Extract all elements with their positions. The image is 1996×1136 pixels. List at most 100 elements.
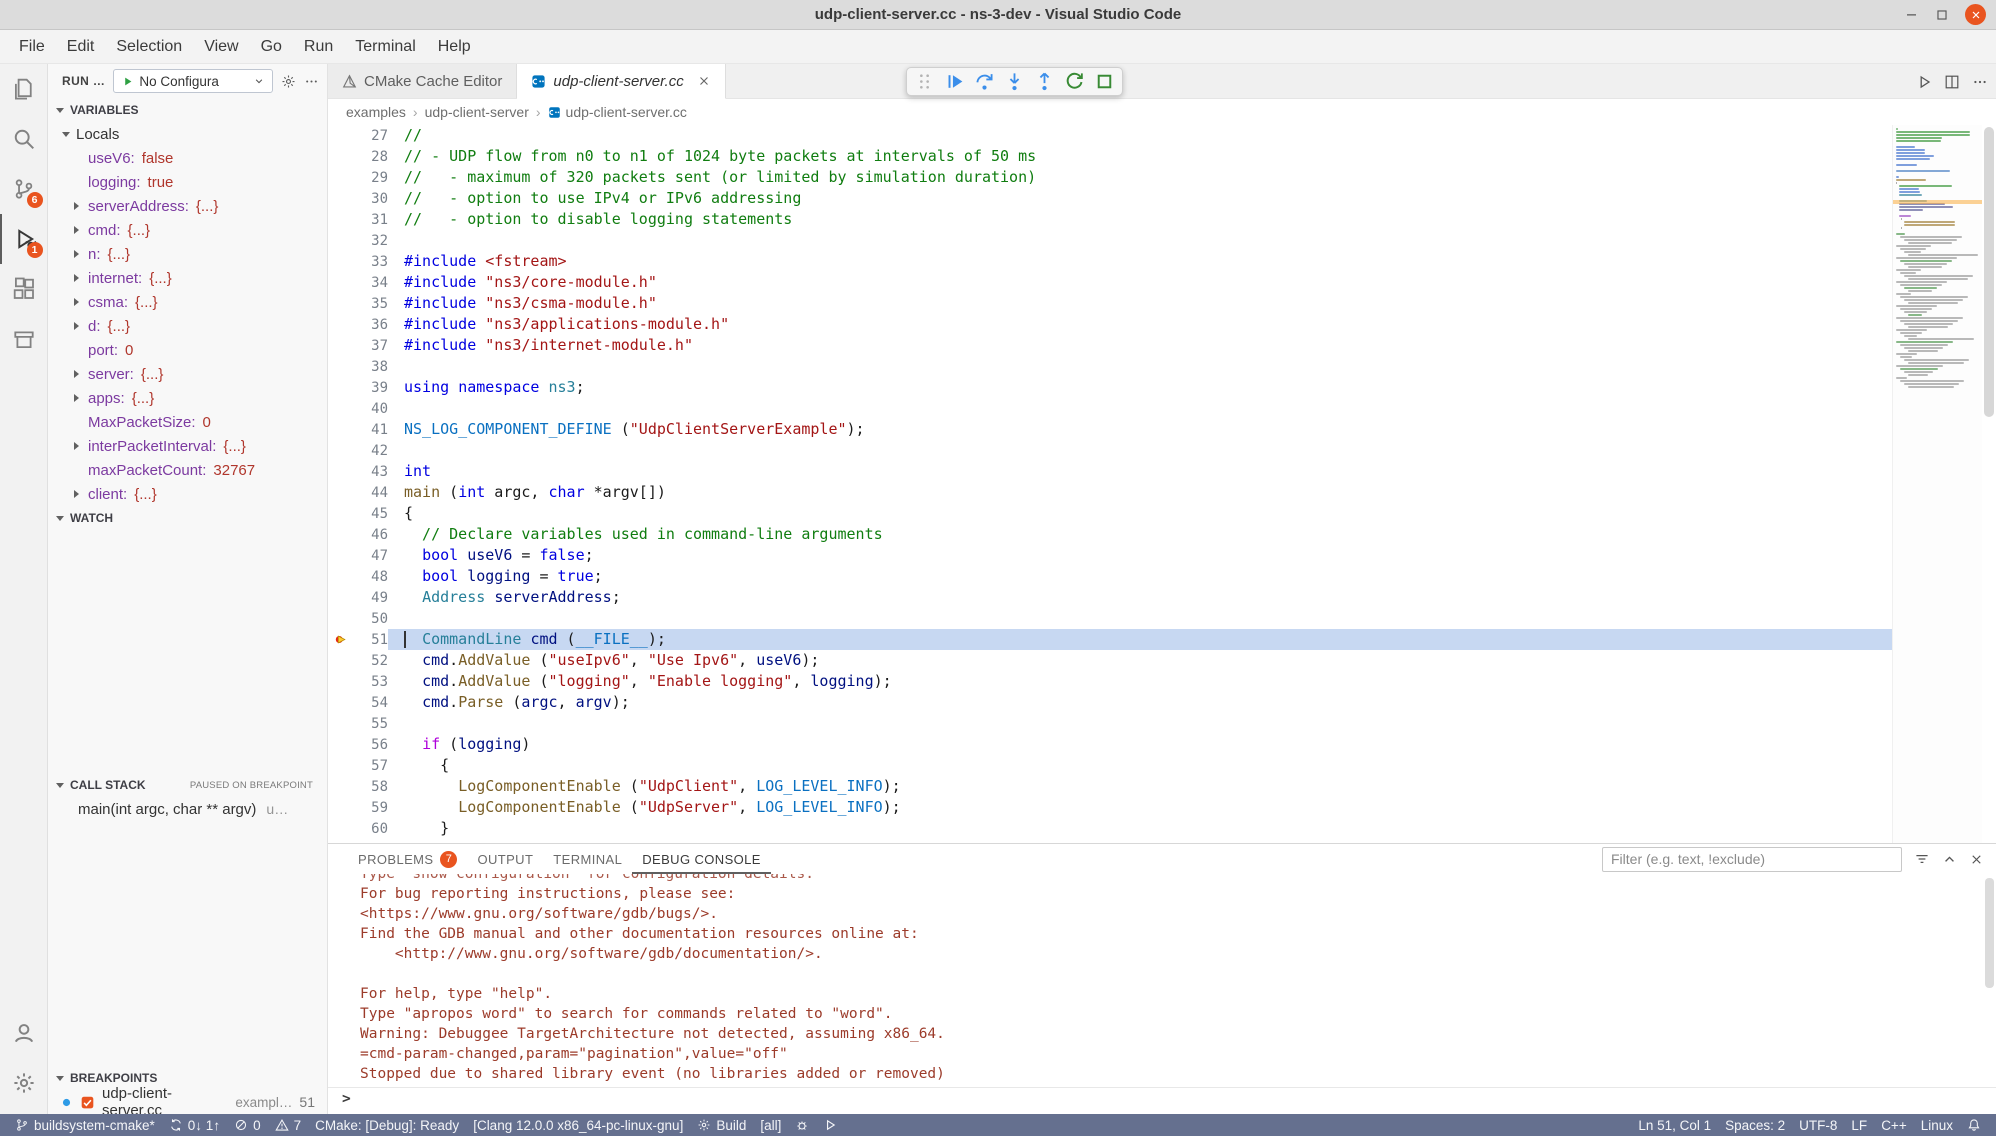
panel-tab-debug-console[interactable]: DEBUG CONSOLE: [632, 844, 771, 874]
gutter[interactable]: [328, 461, 354, 482]
current-line-gutter[interactable]: [328, 629, 354, 650]
code-line-28[interactable]: 28// - UDP flow from n0 to n1 of 1024 by…: [328, 146, 1892, 167]
continue-icon[interactable]: [944, 71, 965, 92]
code-text[interactable]: bool useV6 = false;: [388, 545, 1892, 566]
code-text[interactable]: //: [388, 125, 1892, 146]
breadcrumb-item[interactable]: udp-client-server: [425, 104, 529, 120]
code-text[interactable]: // - maximum of 320 packets sent (or lim…: [388, 167, 1892, 188]
status-errors[interactable]: 0: [227, 1114, 268, 1136]
gutter[interactable]: [328, 839, 354, 843]
code-text[interactable]: int: [388, 461, 1892, 482]
gutter[interactable]: [328, 545, 354, 566]
gutter[interactable]: [328, 293, 354, 314]
code-line-60[interactable]: 60 }: [328, 818, 1892, 839]
code-text[interactable]: LogComponentEnable ("UdpClient", LOG_LEV…: [388, 776, 1892, 797]
code-text[interactable]: if (logging): [388, 734, 1892, 755]
call-stack-section-header[interactable]: CALL STACK PAUSED ON BREAKPOINT: [48, 773, 327, 797]
code-line-50[interactable]: 50: [328, 608, 1892, 629]
code-text[interactable]: #include "ns3/core-module.h": [388, 272, 1892, 293]
gutter[interactable]: [328, 734, 354, 755]
code-line-47[interactable]: 47 bool useV6 = false;: [328, 545, 1892, 566]
watch-section-header[interactable]: WATCH: [48, 506, 327, 530]
breakpoint-checkbox-icon[interactable]: [80, 1095, 95, 1110]
panel-tab-terminal[interactable]: TERMINAL: [543, 844, 632, 874]
breakpoint-row[interactable]: udp-client-server.cc exampl… 51: [48, 1090, 327, 1114]
gutter[interactable]: [328, 398, 354, 419]
step-out-icon[interactable]: [1034, 71, 1055, 92]
status-cmake-debug[interactable]: [788, 1114, 816, 1136]
code-line-46[interactable]: 46 // Declare variables used in command-…: [328, 524, 1892, 545]
breadcrumb-item[interactable]: examples: [346, 104, 406, 120]
code-text[interactable]: // - UDP flow from n0 to n1 of 1024 byte…: [388, 146, 1892, 167]
code-line-59[interactable]: 59 LogComponentEnable ("UdpServer", LOG_…: [328, 797, 1892, 818]
variable-row[interactable]: apps:{...}: [48, 386, 327, 410]
panel-tab-problems[interactable]: PROBLEMS7: [348, 844, 467, 874]
variable-row[interactable]: serverAddress:{...}: [48, 194, 327, 218]
gutter[interactable]: [328, 713, 354, 734]
code-text[interactable]: {: [388, 755, 1892, 776]
gutter[interactable]: [328, 419, 354, 440]
step-over-icon[interactable]: [974, 71, 995, 92]
code-line-49[interactable]: 49 Address serverAddress;: [328, 587, 1892, 608]
maximize-panel-icon[interactable]: [1942, 852, 1957, 867]
minimize-icon[interactable]: [1904, 7, 1919, 22]
variable-row[interactable]: client:{...}: [48, 482, 327, 506]
panel-tab-output[interactable]: OUTPUT: [467, 844, 543, 874]
code-line-54[interactable]: 54 cmd.Parse (argc, argv);: [328, 692, 1892, 713]
activity-run-and-debug[interactable]: 1: [0, 214, 48, 264]
gutter[interactable]: [328, 230, 354, 251]
gutter[interactable]: [328, 524, 354, 545]
variable-row[interactable]: csma:{...}: [48, 290, 327, 314]
gutter[interactable]: [328, 377, 354, 398]
activity-source-control[interactable]: 6: [0, 164, 48, 214]
variable-row[interactable]: logging:true: [48, 170, 327, 194]
gutter[interactable]: [328, 314, 354, 335]
code-line-53[interactable]: 53 cmd.AddValue ("logging", "Enable logg…: [328, 671, 1892, 692]
code-line-27[interactable]: 27//: [328, 125, 1892, 146]
gutter[interactable]: [328, 272, 354, 293]
variable-row[interactable]: interPacketInterval:{...}: [48, 434, 327, 458]
code-line-40[interactable]: 40: [328, 398, 1892, 419]
menu-file[interactable]: File: [8, 30, 56, 63]
code-line-58[interactable]: 58 LogComponentEnable ("UdpClient", LOG_…: [328, 776, 1892, 797]
gutter[interactable]: [328, 440, 354, 461]
gutter[interactable]: [328, 251, 354, 272]
code-text[interactable]: [388, 440, 1892, 461]
code-text[interactable]: [388, 608, 1892, 629]
status-eol[interactable]: LF: [1844, 1114, 1874, 1136]
variable-row[interactable]: maxPacketCount:32767: [48, 458, 327, 482]
gutter[interactable]: [328, 146, 354, 167]
code-text[interactable]: #include "ns3/applications-module.h": [388, 314, 1892, 335]
gutter[interactable]: [328, 671, 354, 692]
gutter[interactable]: [328, 818, 354, 839]
code-line-33[interactable]: 33#include <fstream>: [328, 251, 1892, 272]
menu-view[interactable]: View: [193, 30, 249, 63]
code-text[interactable]: [388, 356, 1892, 377]
code-line-57[interactable]: 57 {: [328, 755, 1892, 776]
close-tab-icon[interactable]: [697, 74, 711, 88]
variable-row[interactable]: n:{...}: [48, 242, 327, 266]
variable-row[interactable]: cmd:{...}: [48, 218, 327, 242]
gutter[interactable]: [328, 776, 354, 797]
code-text[interactable]: [388, 839, 1892, 843]
minimap[interactable]: [1892, 125, 1982, 843]
gutter[interactable]: [328, 755, 354, 776]
variables-section-header[interactable]: VARIABLES: [48, 98, 327, 122]
code-line-30[interactable]: 30// - option to use IPv4 or IPv6 addres…: [328, 188, 1892, 209]
code-line-45[interactable]: 45{: [328, 503, 1892, 524]
code-line-36[interactable]: 36#include "ns3/applications-module.h": [328, 314, 1892, 335]
code-line-29[interactable]: 29// - maximum of 320 packets sent (or l…: [328, 167, 1892, 188]
code-line-42[interactable]: 42: [328, 440, 1892, 461]
activity-account[interactable]: [0, 1008, 48, 1058]
gutter[interactable]: [328, 587, 354, 608]
code-text[interactable]: cmd.AddValue ("logging", "Enable logging…: [388, 671, 1892, 692]
gutter[interactable]: [328, 650, 354, 671]
variable-row[interactable]: server:{...}: [48, 362, 327, 386]
status-indentation[interactable]: Spaces: 2: [1718, 1114, 1792, 1136]
status-cmake-run[interactable]: [816, 1114, 844, 1136]
start-debug-icon[interactable]: [121, 75, 134, 88]
code-text[interactable]: // - option to disable logging statement…: [388, 209, 1892, 230]
status-cursor-position[interactable]: Ln 51, Col 1: [1631, 1114, 1718, 1136]
filter-results-icon[interactable]: [1914, 851, 1930, 867]
code-text[interactable]: bool logging = true;: [388, 566, 1892, 587]
